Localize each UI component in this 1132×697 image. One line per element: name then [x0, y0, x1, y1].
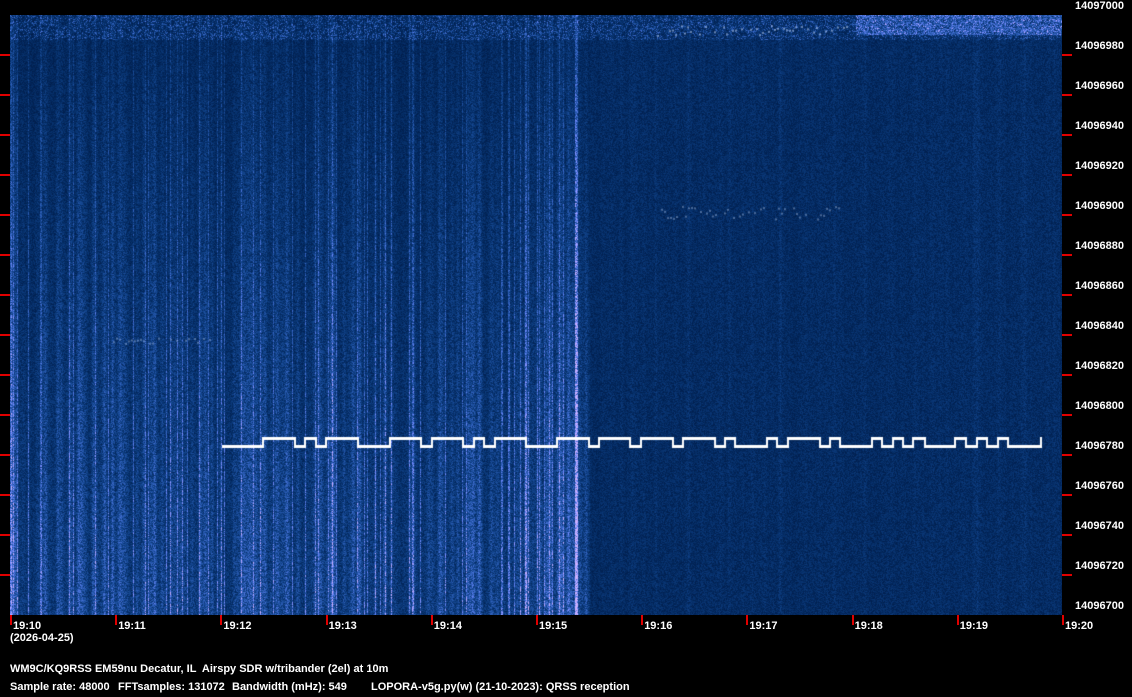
y-tick-mark	[1062, 414, 1072, 416]
y-tick-mark	[0, 454, 10, 456]
x-tick-mark	[536, 615, 538, 625]
x-tick-mark	[956, 615, 959, 625]
x-tick-label: 19:12	[223, 620, 252, 632]
x-tick-mark	[115, 615, 118, 625]
waterfall-spectrogram	[10, 15, 1062, 615]
y-tick-mark	[0, 574, 10, 576]
y-tick-label: 14096860	[1075, 280, 1124, 292]
y-tick-mark	[0, 254, 10, 256]
y-tick-label: 14096840	[1075, 320, 1124, 332]
x-tick-label: 19:13	[328, 620, 357, 632]
y-tick-mark	[0, 134, 10, 136]
y-tick-label: 14096700	[1075, 600, 1124, 612]
x-tick-mark	[430, 615, 433, 625]
y-tick-label: 14097000	[1075, 0, 1124, 12]
y-tick-label: 14096900	[1075, 200, 1124, 212]
y-tick-label: 14096740	[1075, 520, 1124, 532]
y-tick-mark	[1062, 454, 1072, 456]
x-tick-mark	[10, 615, 12, 625]
y-tick-mark	[0, 54, 10, 56]
y-tick-label: 14096880	[1075, 240, 1124, 252]
y-tick-mark	[0, 334, 10, 336]
y-tick-mark	[0, 534, 10, 536]
y-tick-mark	[0, 294, 10, 296]
y-tick-mark	[1062, 494, 1072, 496]
x-tick-mark	[325, 615, 328, 625]
y-tick-mark	[1062, 54, 1072, 56]
fft-samples: FFTsamples: 131072	[118, 681, 225, 693]
y-tick-label: 14096960	[1075, 80, 1124, 92]
x-tick-label: 19:16	[644, 620, 673, 632]
x-tick-mark	[1062, 615, 1064, 625]
y-tick-mark	[1062, 574, 1072, 576]
sample-rate: Sample rate: 48000	[10, 681, 110, 693]
y-tick-mark	[0, 494, 10, 496]
y-tick-mark	[0, 214, 10, 216]
y-tick-mark	[1062, 374, 1072, 376]
y-tick-mark	[0, 174, 10, 176]
y-tick-label: 14096980	[1075, 40, 1124, 52]
y-tick-label: 14096780	[1075, 440, 1124, 452]
software-version: LOPORA-v5g.py(w) (21-10-2023): QRSS rece…	[371, 681, 630, 693]
x-tick-mark	[851, 615, 854, 625]
y-tick-label: 14096800	[1075, 400, 1124, 412]
x-tick-label: 19:18	[854, 620, 883, 632]
x-tick-label: 19:11	[118, 620, 146, 632]
x-tick-label: 19:17	[749, 620, 778, 632]
y-tick-mark	[1062, 94, 1072, 96]
y-tick-mark	[0, 94, 10, 96]
y-tick-label: 14096760	[1075, 480, 1124, 492]
x-tick-label: 19:20	[1065, 620, 1094, 632]
y-tick-label: 14096920	[1075, 160, 1124, 172]
bandwidth: Bandwidth (mHz): 549	[232, 681, 347, 693]
y-tick-mark	[1062, 534, 1072, 536]
y-tick-mark	[1062, 134, 1072, 136]
y-tick-mark	[0, 414, 10, 416]
y-tick-label: 14096940	[1075, 120, 1124, 132]
y-tick-mark	[0, 374, 10, 376]
x-tick-label: 19:14	[433, 620, 462, 632]
y-tick-mark	[1062, 334, 1072, 336]
date-label: (2026-04-25)	[10, 632, 74, 644]
x-tick-label: 19:15	[539, 620, 568, 632]
y-tick-mark	[1062, 214, 1072, 216]
x-tick-mark	[746, 615, 749, 625]
station-info: WM9C/KQ9RSS EM59nu Decatur, IL Airspy SD…	[10, 663, 389, 675]
x-tick-mark	[220, 615, 223, 625]
y-tick-label: 14096820	[1075, 360, 1124, 372]
y-tick-label: 14096720	[1075, 560, 1124, 572]
x-tick-mark	[641, 615, 644, 625]
y-tick-mark	[1062, 254, 1072, 256]
y-tick-mark	[1062, 294, 1072, 296]
x-tick-label: 19:19	[959, 620, 988, 632]
x-tick-label: 19:10	[13, 620, 42, 632]
y-tick-mark	[1062, 174, 1072, 176]
